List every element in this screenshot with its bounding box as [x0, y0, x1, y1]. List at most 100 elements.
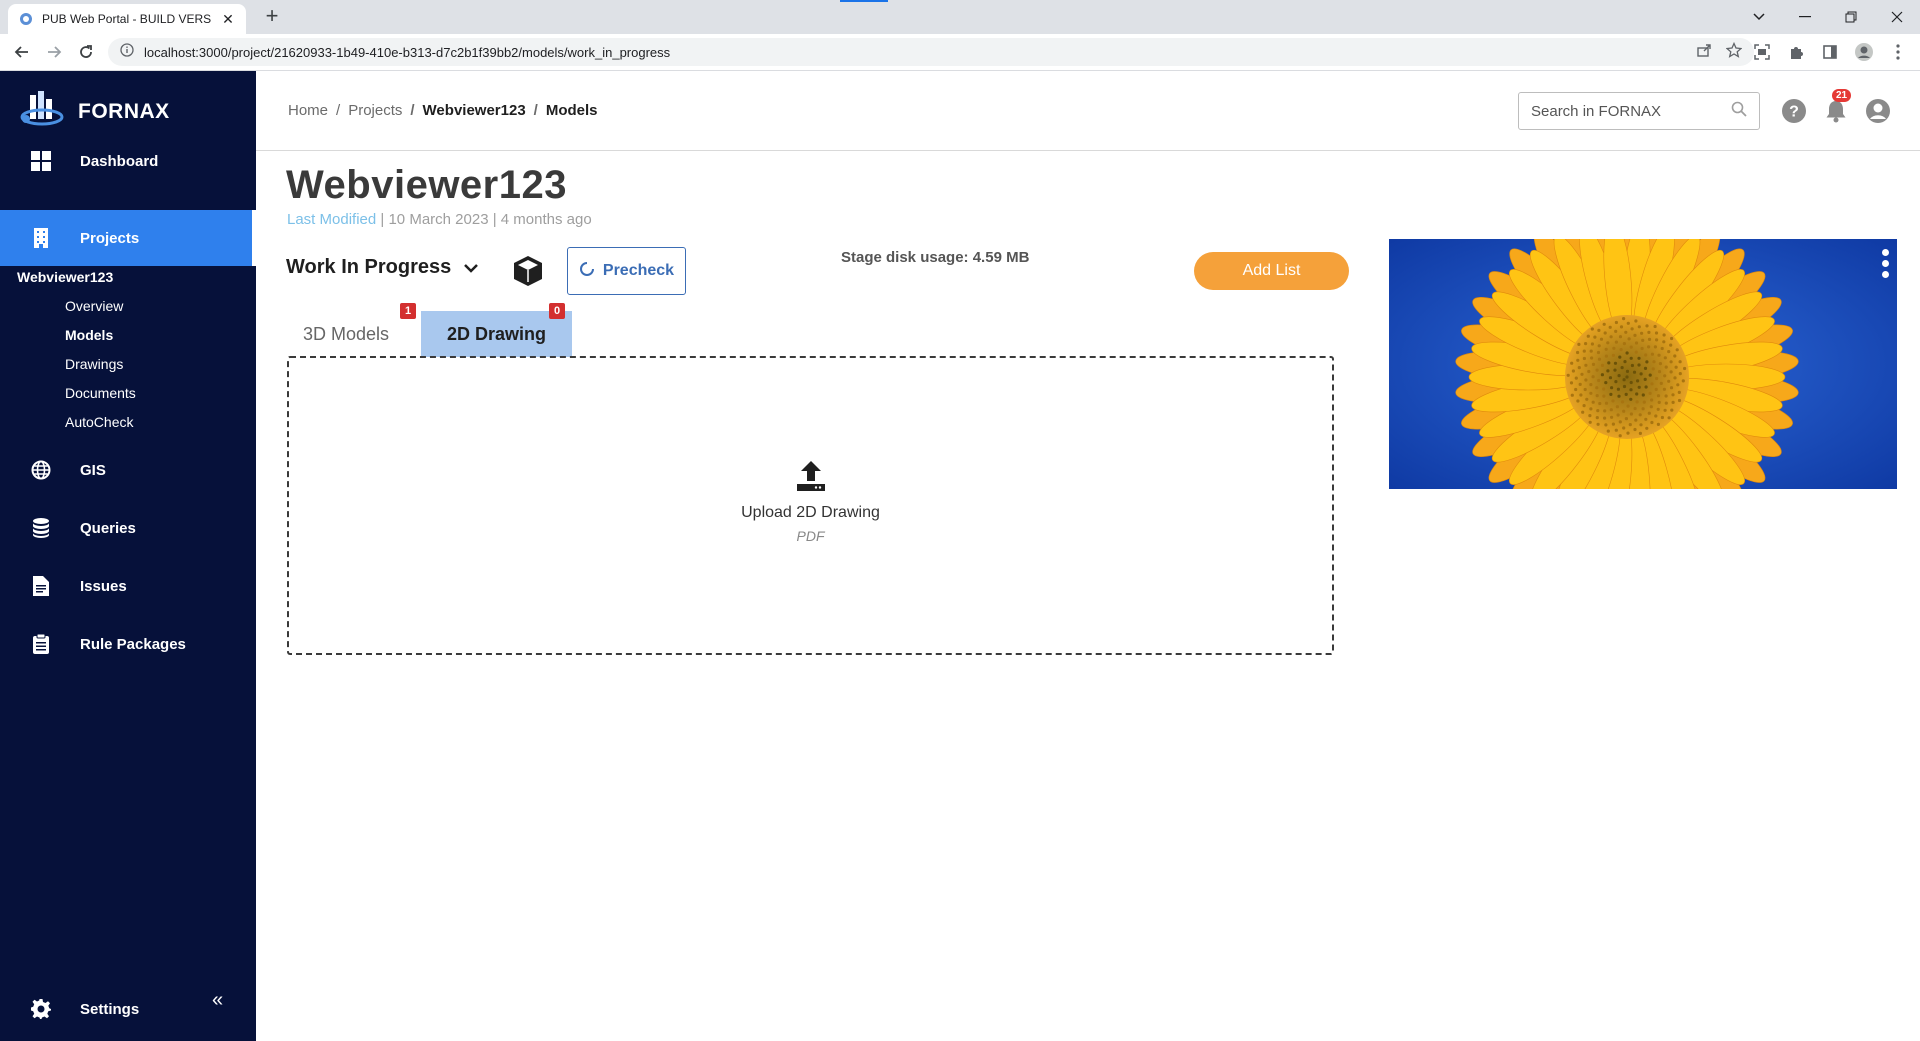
- seed-dot: [1618, 355, 1622, 359]
- seed-dot: [1603, 416, 1607, 420]
- seed-dot: [1637, 363, 1641, 367]
- seed-dot: [1674, 365, 1678, 369]
- seed-dot: [1614, 329, 1618, 333]
- sidebar-item-documents[interactable]: Documents: [65, 385, 136, 401]
- browser-tab[interactable]: PUB Web Portal - BUILD VERSION ✕: [8, 4, 246, 34]
- seed-dot: [1635, 392, 1639, 396]
- seed-dot: [1650, 420, 1654, 425]
- seed-dot: [1618, 434, 1622, 438]
- app-root: FORNAX Dashboard Projects Webviewer123 O…: [0, 71, 1920, 1041]
- seed-dot: [1597, 344, 1601, 348]
- seed-dot: [1629, 397, 1633, 401]
- nav-issues[interactable]: Issues: [0, 558, 256, 614]
- user-avatar-icon[interactable]: [1864, 97, 1892, 125]
- tab-search-icon[interactable]: [1736, 0, 1782, 34]
- 3d-viewer-cube-icon[interactable]: [508, 251, 548, 291]
- breadcrumb-projects[interactable]: Projects: [348, 102, 402, 119]
- help-icon[interactable]: ?: [1780, 97, 1808, 125]
- seed-dot: [1683, 366, 1687, 371]
- breadcrumb-home[interactable]: Home: [288, 102, 328, 119]
- sidebar-item-models[interactable]: Models: [65, 327, 113, 343]
- seed-dot: [1677, 390, 1681, 394]
- side-panel-icon[interactable]: [1820, 40, 1840, 64]
- screenshot-icon[interactable]: [1752, 40, 1772, 64]
- nav-label: Settings: [80, 1000, 140, 1018]
- seed-dot: [1640, 346, 1644, 351]
- add-list-button[interactable]: Add List: [1194, 252, 1349, 290]
- seed-dot: [1609, 408, 1613, 412]
- search-input[interactable]: [1531, 102, 1731, 120]
- breadcrumb-project[interactable]: Webviewer123: [423, 102, 526, 119]
- seed-dot: [1645, 324, 1649, 328]
- seed-dot: [1667, 379, 1671, 383]
- seed-dot: [1638, 413, 1642, 417]
- chevron-down-icon: [463, 256, 479, 279]
- seed-dot: [1641, 393, 1645, 397]
- nav-projects[interactable]: Projects: [0, 210, 252, 266]
- sidebar-item-drawings[interactable]: Drawings: [65, 356, 123, 372]
- brand-logo[interactable]: FORNAX: [20, 89, 170, 134]
- new-tab-button[interactable]: +: [260, 5, 284, 29]
- seed-dot: [1638, 431, 1642, 435]
- seed-dot: [1616, 387, 1620, 391]
- share-icon[interactable]: [1696, 42, 1712, 63]
- precheck-button[interactable]: Precheck: [567, 247, 686, 295]
- seed-dot: [1678, 372, 1682, 376]
- tab-close-icon[interactable]: ✕: [220, 11, 236, 28]
- address-bar[interactable]: localhost:3000/project/21620933-1b49-410…: [108, 38, 1754, 66]
- close-window-button[interactable]: [1874, 0, 1920, 34]
- restore-button[interactable]: [1828, 0, 1874, 34]
- nav-gis[interactable]: GIS: [0, 442, 256, 498]
- nav-label: Projects: [80, 229, 140, 247]
- seed-dot: [1610, 386, 1614, 390]
- seed-dot: [1633, 427, 1637, 432]
- card-menu-icon[interactable]: [1879, 249, 1891, 278]
- seed-dot: [1582, 404, 1586, 408]
- reload-icon[interactable]: [74, 40, 98, 64]
- bookmark-star-icon[interactable]: [1725, 41, 1743, 63]
- upload-dropzone[interactable]: Upload 2D Drawing PDF: [287, 356, 1334, 655]
- sidebar-project-name[interactable]: Webviewer123: [17, 269, 113, 285]
- stage-disk-usage: Stage disk usage: 4.59 MB: [841, 249, 1030, 266]
- seed-dot: [1654, 331, 1659, 335]
- seed-dot: [1584, 342, 1588, 346]
- sidebar-item-overview[interactable]: Overview: [65, 298, 123, 314]
- forward-icon[interactable]: [42, 40, 66, 64]
- seed-dot: [1645, 426, 1649, 430]
- search-icon[interactable]: [1731, 101, 1747, 122]
- nav-dashboard[interactable]: Dashboard: [0, 133, 256, 189]
- seed-dot: [1606, 369, 1610, 373]
- seed-dot: [1629, 380, 1633, 385]
- back-icon[interactable]: [10, 40, 34, 64]
- browser-menu-icon[interactable]: [1888, 40, 1908, 64]
- stage-dropdown[interactable]: Work In Progress: [286, 256, 479, 279]
- tab-3d-models[interactable]: 3D Models 1: [286, 303, 416, 357]
- seed-dot: [1620, 400, 1625, 404]
- tab-2d-drawing[interactable]: 2D Drawing 0: [421, 303, 572, 357]
- seed-dot: [1664, 394, 1668, 398]
- extensions-puzzle-icon[interactable]: [1786, 40, 1806, 64]
- loading-indicator: [840, 0, 888, 2]
- profile-icon[interactable]: [1854, 40, 1874, 64]
- seed-dot: [1591, 362, 1596, 366]
- seed-dot: [1662, 340, 1666, 344]
- notification-bell-icon[interactable]: 21: [1822, 89, 1852, 125]
- seed-dot: [1651, 367, 1655, 371]
- site-info-icon[interactable]: [120, 42, 134, 62]
- seed-dot: [1580, 372, 1584, 376]
- seed-dot: [1634, 341, 1639, 345]
- seed-dot: [1671, 400, 1675, 404]
- seed-dot: [1570, 361, 1574, 365]
- seed-dot: [1569, 381, 1574, 385]
- nav-queries[interactable]: Queries: [0, 500, 256, 556]
- minimize-button[interactable]: [1782, 0, 1828, 34]
- seed-dot: [1602, 394, 1606, 398]
- stage-label: Work In Progress: [286, 256, 452, 278]
- sidebar-item-autocheck[interactable]: AutoCheck: [65, 414, 133, 430]
- collapse-sidebar-icon[interactable]: «: [212, 989, 223, 1012]
- svg-text:?: ?: [1789, 104, 1799, 121]
- seed-dot: [1650, 382, 1654, 386]
- seed-dot: [1622, 409, 1626, 413]
- seed-dot: [1611, 399, 1615, 403]
- nav-rule-packages[interactable]: Rule Packages: [0, 616, 256, 672]
